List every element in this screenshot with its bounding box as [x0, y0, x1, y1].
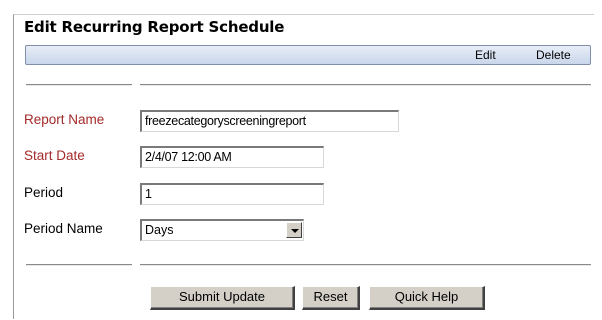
divider-left-top: [26, 84, 132, 86]
period-name-select[interactable]: Days: [140, 219, 304, 241]
submit-update-button[interactable]: Submit Update: [150, 286, 295, 310]
period-name-label: Period Name: [24, 221, 103, 236]
start-date-label: Start Date: [24, 148, 85, 163]
divider-right-bottom: [140, 264, 591, 266]
quick-help-button[interactable]: Quick Help: [369, 286, 485, 310]
edit-link[interactable]: Edit: [475, 48, 496, 62]
start-date-input[interactable]: 2/4/07 12:00 AM: [140, 146, 324, 168]
report-name-label: Report Name: [24, 112, 105, 127]
dropdown-arrow-icon[interactable]: [286, 222, 302, 238]
divider-left-bottom: [26, 264, 132, 266]
period-input[interactable]: 1: [140, 183, 324, 205]
report-name-input[interactable]: freezecategoryscreeningreport: [140, 110, 399, 132]
reset-button[interactable]: Reset: [302, 286, 360, 310]
divider-right-top: [140, 84, 591, 86]
delete-link[interactable]: Delete: [536, 48, 571, 62]
action-toolbar: Edit Delete: [25, 45, 591, 65]
period-label: Period: [24, 185, 64, 200]
period-name-selected-value: Days: [145, 223, 174, 237]
page-title: Edit Recurring Report Schedule: [24, 18, 285, 36]
